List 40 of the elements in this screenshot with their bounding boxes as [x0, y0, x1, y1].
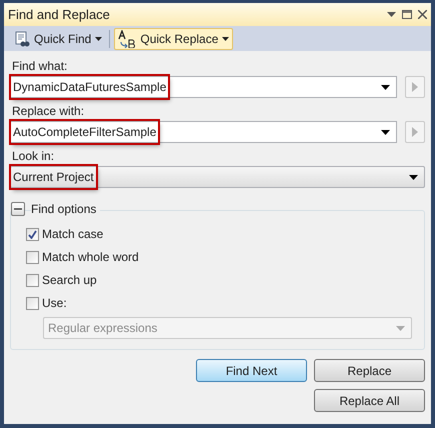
checkmark-icon: [28, 230, 37, 238]
option-checkbox[interactable]: Match whole word: [26, 248, 412, 266]
option-checkbox[interactable]: Match case: [26, 225, 412, 243]
play-arrow-icon: [412, 82, 418, 92]
field-value: DynamicDataFuturesSample: [11, 76, 168, 98]
checkbox[interactable]: [26, 228, 39, 240]
dropdown-arrow-icon: [409, 174, 418, 180]
dropdown-value: Regular expressions: [48, 320, 158, 337]
checkbox[interactable]: [26, 250, 39, 264]
look-in-dropdown[interactable]: Current Project: [10, 166, 425, 188]
minus-icon: [14, 208, 22, 210]
collapse-toggle-button[interactable]: [11, 202, 25, 216]
dropdown-arrow-icon: [381, 130, 390, 134]
dialog-button[interactable]: Find Next: [196, 359, 307, 382]
search-combo-field[interactable]: AutoCompleteFilterSample: [10, 121, 397, 143]
field-label: Look in:: [11, 149, 56, 164]
maximize-icon[interactable]: [402, 10, 412, 19]
dropdown-arrow-icon: [95, 36, 102, 40]
field-value: AutoCompleteFilterSample: [11, 121, 158, 143]
toolbar-dropdown-button[interactable]: Quick Replace: [114, 28, 234, 50]
checkbox[interactable]: [26, 274, 39, 286]
binoculars-document-icon: [14, 30, 30, 46]
search-combo-field[interactable]: DynamicDataFuturesSample: [10, 76, 397, 98]
close-icon[interactable]: [418, 10, 427, 19]
field-value: Current Project: [11, 166, 96, 188]
dialog-button[interactable]: Replace All: [314, 389, 425, 412]
dropdown-arrow-icon: [222, 36, 230, 40]
dropdown-arrow-icon: [381, 84, 390, 90]
dropdown-arrow-icon[interactable]: [387, 12, 396, 17]
checkbox[interactable]: [26, 296, 39, 310]
window-title: Find and Replace: [8, 6, 110, 24]
toolbar-dropdown-button[interactable]: Quick Find: [10, 28, 106, 50]
field-label: Replace with:: [11, 104, 86, 119]
option-checkbox[interactable]: Use:: [26, 294, 412, 312]
option-checkbox[interactable]: Search up: [26, 271, 412, 289]
field-label: Find what:: [11, 59, 68, 74]
dialog-button[interactable]: Replace: [314, 359, 425, 382]
replace-ab-icon: [118, 30, 136, 48]
play-arrow-icon: [412, 127, 418, 137]
dropdown-arrow-icon: [396, 326, 405, 330]
